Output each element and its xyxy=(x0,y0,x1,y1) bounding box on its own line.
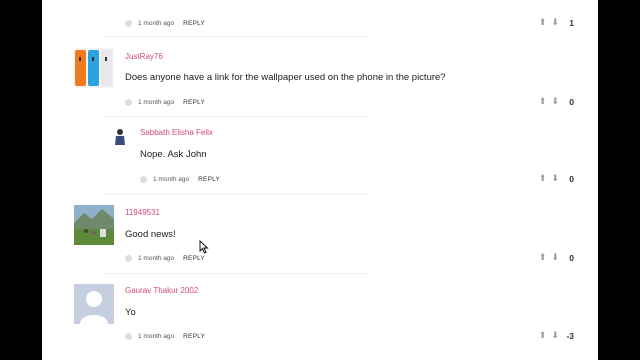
comment-meta: 1 month ago REPLY xyxy=(140,174,220,184)
comment-time: 1 month ago xyxy=(138,332,175,340)
comment-reply-item: Sabbath Elisha Felix Nope. Ask John 1 mo… xyxy=(42,124,598,194)
downvote-arrow-icon[interactable]: ⬇ xyxy=(551,252,559,263)
comment-meta: 1 month ago REPLY xyxy=(125,253,205,263)
comment-divider xyxy=(102,116,368,117)
reply-button[interactable]: REPLY xyxy=(183,99,205,106)
comment-item: Gaurav Thakur 2002 Yo 1 month ago REPLY … xyxy=(42,282,598,352)
vote-controls: ⬆ ⬇ 0 xyxy=(539,252,574,263)
vote-controls: ⬆ ⬇ 0 xyxy=(539,173,574,184)
comment-time: 1 month ago xyxy=(153,175,190,183)
vote-score: -3 xyxy=(566,330,574,341)
vote-score: 0 xyxy=(569,96,574,107)
comment-text: Good news! xyxy=(125,229,176,240)
comment-username[interactable]: Gaurav Thakur 2002 xyxy=(125,286,198,295)
downvote-arrow-icon[interactable]: ⬇ xyxy=(551,17,559,28)
clock-dot-icon xyxy=(125,19,132,27)
comment-item: 11949531 Good news! 1 month ago REPLY ⬆ … xyxy=(42,203,598,273)
vote-score: 0 xyxy=(569,173,574,184)
comment-meta: 1 month ago REPLY xyxy=(125,331,205,341)
comment-time: 1 month ago xyxy=(138,98,175,106)
vote-controls: ⬆ ⬇ 1 xyxy=(539,17,574,28)
comment-item: 1 month ago REPLY ⬆ ⬇ 1 xyxy=(42,0,598,32)
comment-username[interactable]: Sabbath Elisha Felix xyxy=(140,128,213,137)
comment-time: 1 month ago xyxy=(138,254,175,262)
comment-meta: 1 month ago REPLY xyxy=(125,18,205,28)
comment-username[interactable]: JustRay76 xyxy=(125,52,163,61)
vote-controls: ⬆ ⬇ -3 xyxy=(539,330,574,341)
upvote-arrow-icon[interactable]: ⬆ xyxy=(539,252,547,263)
downvote-arrow-icon[interactable]: ⬇ xyxy=(551,173,559,184)
downvote-arrow-icon[interactable]: ⬇ xyxy=(551,330,559,341)
reply-button[interactable]: REPLY xyxy=(183,333,205,340)
avatar[interactable] xyxy=(112,128,128,146)
comment-divider xyxy=(102,273,368,274)
reply-button[interactable]: REPLY xyxy=(183,255,205,262)
comment-text: Nope. Ask John xyxy=(140,149,207,160)
comment-username[interactable]: 11949531 xyxy=(125,208,160,217)
comment-item: JustRay76 Does anyone have a link for th… xyxy=(42,46,598,116)
mouse-cursor-icon xyxy=(199,240,209,254)
upvote-arrow-icon[interactable]: ⬆ xyxy=(539,17,547,28)
vote-score: 0 xyxy=(569,252,574,263)
comment-divider xyxy=(102,36,368,37)
avatar[interactable] xyxy=(74,284,114,324)
upvote-arrow-icon[interactable]: ⬆ xyxy=(539,330,547,341)
clock-dot-icon xyxy=(125,332,132,340)
comment-text: Yo xyxy=(125,307,136,318)
reply-button[interactable]: REPLY xyxy=(198,176,220,183)
clock-dot-icon xyxy=(125,98,132,106)
downvote-arrow-icon[interactable]: ⬇ xyxy=(551,96,559,107)
comments-panel: 1 month ago REPLY ⬆ ⬇ 1 JustRay76 Does a… xyxy=(42,0,598,360)
vote-controls: ⬆ ⬇ 0 xyxy=(539,96,574,107)
comment-text: Does anyone have a link for the wallpape… xyxy=(125,72,446,83)
reply-button[interactable]: REPLY xyxy=(183,20,205,27)
clock-dot-icon xyxy=(140,175,147,183)
comment-time: 1 month ago xyxy=(138,19,175,27)
upvote-arrow-icon[interactable]: ⬆ xyxy=(539,173,547,184)
comment-meta: 1 month ago REPLY xyxy=(125,97,205,107)
upvote-arrow-icon[interactable]: ⬆ xyxy=(539,96,547,107)
clock-dot-icon xyxy=(125,254,132,262)
comment-divider xyxy=(102,194,368,195)
avatar[interactable] xyxy=(74,48,114,88)
avatar[interactable] xyxy=(74,205,114,245)
vote-score: 1 xyxy=(569,17,574,28)
